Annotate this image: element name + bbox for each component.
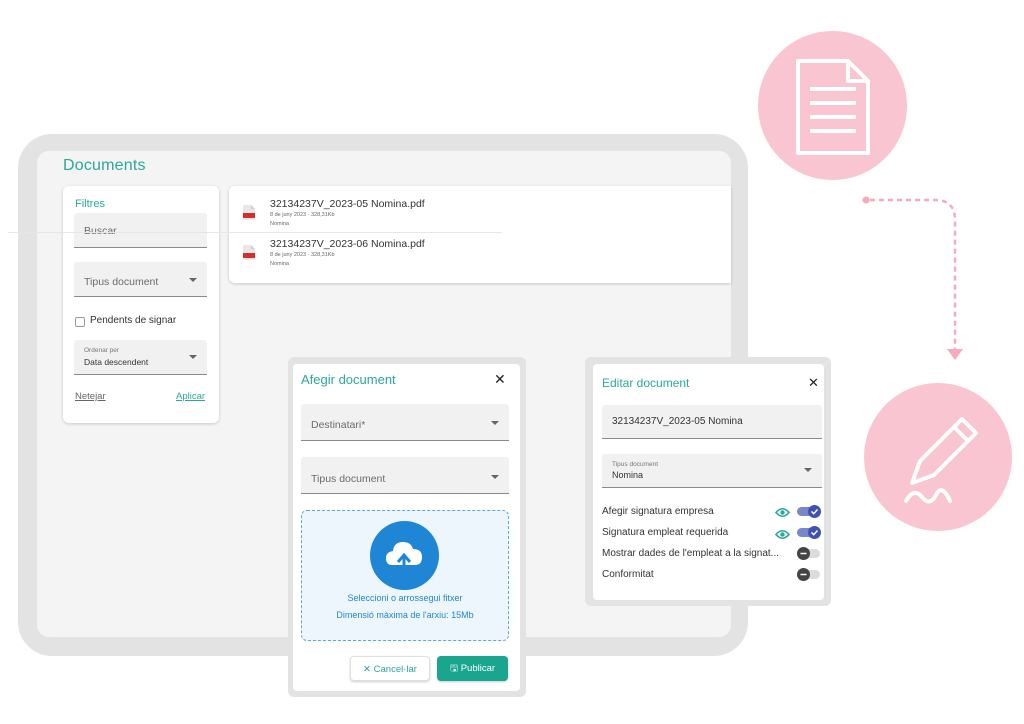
minus-icon (797, 547, 810, 560)
close-icon[interactable]: ✕ (808, 375, 819, 391)
eye-icon[interactable] (774, 527, 791, 545)
document-name: 32134237V_2023-06 Nomina.pdf (270, 238, 425, 250)
document-illustration (758, 31, 907, 180)
pdf-icon (243, 245, 255, 260)
chevron-down-icon (189, 278, 197, 282)
document-meta: 8 de juny 2023 · 328,31Kb (270, 212, 335, 218)
employee-signature-toggle[interactable] (797, 526, 821, 539)
list-item[interactable]: 32134237V_2023-06 Nomina.pdf 8 de juny 2… (229, 232, 731, 271)
chevron-down-icon (491, 475, 499, 479)
max-size-text: Dimensió màxima de l'arxiu: 15Mb (336, 610, 474, 620)
eye-icon[interactable] (774, 505, 791, 523)
close-icon[interactable]: ✕ (494, 371, 506, 388)
sort-select[interactable]: Ordenar per Data descendent (74, 340, 207, 375)
upload-cloud-icon (370, 521, 439, 590)
edit-doc-type-select[interactable]: Tipus document Nomina (602, 454, 822, 488)
dashed-connector (862, 196, 963, 360)
clear-button[interactable]: Netejar (75, 391, 106, 402)
chevron-down-icon (804, 468, 812, 472)
search-placeholder: Buscar (84, 225, 117, 237)
pending-checkbox[interactable] (75, 317, 85, 327)
check-icon (808, 526, 821, 539)
option-label: Afegir signatura empresa (602, 506, 714, 517)
pdf-icon (243, 205, 255, 220)
chevron-down-icon (189, 355, 197, 359)
divider (8, 232, 502, 233)
document-list: 32134237V_2023-05 Nomina.pdf 8 de juny 2… (229, 186, 731, 283)
drop-text: Seleccioni o arrossegui fitxer (347, 593, 463, 603)
signature-illustration (864, 383, 1012, 531)
doc-type-value: Nomina (612, 470, 644, 480)
doc-type-label: Tipus document (84, 276, 159, 288)
recipient-label: Destinatari* (311, 419, 366, 431)
list-item[interactable]: 32134237V_2023-05 Nomina.pdf 8 de juny 2… (229, 186, 731, 227)
show-employee-data-toggle[interactable] (797, 547, 821, 560)
document-type: Nomina (270, 221, 289, 227)
doc-type-label: Tipus document (311, 473, 386, 485)
add-dialog-title: Afegir document (301, 372, 396, 387)
document-name: 32134237V_2023-05 Nomina.pdf (270, 198, 425, 210)
document-name-value: 32134237V_2023-05 Nomina (612, 416, 743, 427)
sort-label: Ordenar per (84, 347, 120, 354)
recipient-select[interactable]: Destinatari* (301, 404, 509, 441)
page-title: Documents (63, 157, 146, 174)
document-type: Nomina (270, 261, 289, 267)
publish-label: Publicar (460, 663, 496, 674)
check-icon (808, 505, 821, 518)
search-input[interactable]: Buscar (74, 213, 207, 248)
conformity-toggle[interactable] (797, 568, 821, 581)
publish-button[interactable]: 🖫 Publicar (437, 656, 508, 681)
edit-dialog-title: Editar document (602, 376, 690, 390)
option-label: Mostrar dades de l'empleat a la signat..… (602, 548, 780, 559)
doc-type-label: Tipus document (612, 461, 659, 468)
chevron-down-icon (491, 421, 499, 425)
document-meta: 8 de juny 2023 · 328,31Kb (270, 252, 335, 258)
pending-label: Pendents de signar (90, 315, 177, 326)
minus-icon (797, 568, 810, 581)
cancel-label: Cancel·lar (373, 664, 417, 675)
apply-button[interactable]: Aplicar (176, 391, 205, 402)
document-icon (796, 59, 870, 155)
option-label: Signatura empleat requerida (602, 527, 729, 538)
close-icon: ✕ (363, 664, 374, 675)
sort-value: Data descendent (84, 357, 149, 367)
cancel-button[interactable]: ✕ Cancel·lar (350, 656, 430, 681)
option-label: Conformitat (602, 569, 654, 580)
save-icon: 🖫 (449, 663, 461, 674)
company-signature-toggle[interactable] (797, 505, 821, 518)
doc-type-select[interactable]: Tipus document (301, 457, 509, 494)
document-name-field[interactable]: 32134237V_2023-05 Nomina (602, 405, 822, 439)
pen-icon (904, 417, 978, 504)
filters-title: Filtres (75, 198, 105, 210)
doc-type-select[interactable]: Tipus document (74, 262, 207, 297)
